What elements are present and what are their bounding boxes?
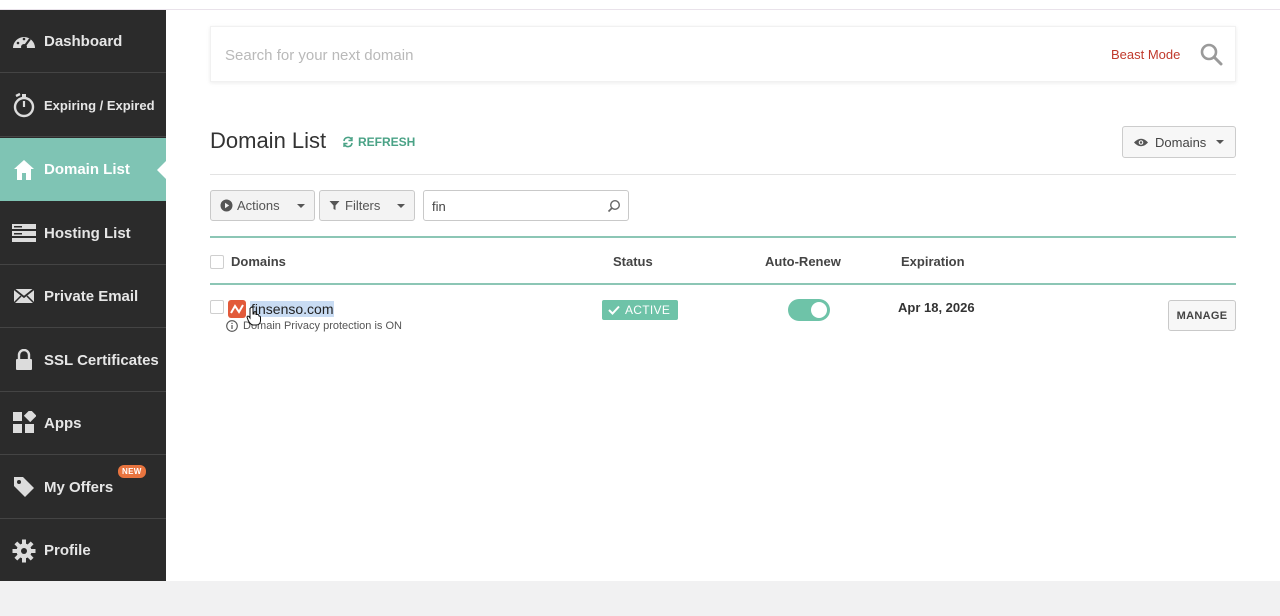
sidebar-item-label: Dashboard bbox=[44, 32, 123, 50]
sidebar-item-label: Hosting List bbox=[44, 224, 131, 242]
sidebar-item-dashboard[interactable]: Dashboard bbox=[0, 10, 166, 73]
table-row: finsenso.com Domain Privacy protection i… bbox=[210, 286, 1236, 346]
status-label: ACTIVE bbox=[625, 303, 671, 317]
sidebar-item-label: Profile bbox=[44, 542, 91, 559]
status-badge: ACTIVE bbox=[602, 300, 679, 320]
row-checkbox[interactable] bbox=[210, 300, 224, 314]
main-content: Beast Mode Domain List REFRESH Domains A… bbox=[166, 10, 1280, 581]
table-header-border bbox=[210, 283, 1236, 285]
sidebar-item-label: SSL Certificates bbox=[44, 351, 159, 369]
sidebar-item-apps[interactable]: Apps bbox=[0, 392, 166, 455]
domain-filter-input[interactable] bbox=[432, 196, 602, 216]
filters-dropdown[interactable]: Filters bbox=[319, 190, 415, 221]
domain-name-link[interactable]: finsenso.com bbox=[250, 301, 335, 317]
sidebar-item-label: Apps bbox=[44, 414, 82, 432]
checkmark-icon bbox=[608, 305, 620, 315]
view-selector-button[interactable]: Domains bbox=[1122, 126, 1236, 158]
chevron-down-icon bbox=[297, 204, 305, 208]
refresh-icon bbox=[343, 136, 353, 148]
filters-label: Filters bbox=[345, 198, 381, 213]
hand-cursor-icon bbox=[246, 306, 261, 326]
column-header-auto-renew[interactable]: Auto-Renew bbox=[765, 254, 841, 269]
column-header-status[interactable]: Status bbox=[613, 254, 653, 269]
chevron-down-icon bbox=[397, 204, 405, 208]
table-header: Domains Status Auto-Renew Expiration bbox=[210, 238, 1236, 284]
lock-icon bbox=[10, 347, 38, 373]
column-header-expiration[interactable]: Expiration bbox=[901, 254, 965, 269]
sidebar-item-label: My Offers bbox=[44, 478, 114, 496]
tag-icon bbox=[10, 474, 38, 500]
refresh-button[interactable]: REFRESH bbox=[342, 135, 415, 149]
select-all-checkbox[interactable] bbox=[210, 255, 224, 269]
funnel-icon bbox=[329, 201, 340, 210]
actions-dropdown[interactable]: Actions bbox=[210, 190, 315, 221]
domain-filter-field bbox=[423, 190, 629, 221]
actions-label: Actions bbox=[237, 198, 280, 213]
expiration-date: Apr 18, 2026 bbox=[898, 300, 975, 315]
info-icon bbox=[226, 320, 238, 332]
beast-mode-link[interactable]: Beast Mode bbox=[1111, 47, 1180, 62]
top-strip bbox=[0, 0, 1280, 10]
gear-icon bbox=[10, 538, 38, 564]
sidebar-item-my-offers[interactable]: My Offers NEW bbox=[0, 456, 166, 519]
envelope-icon bbox=[10, 283, 38, 309]
apps-grid-icon bbox=[10, 410, 38, 436]
play-circle-icon bbox=[220, 199, 233, 212]
stopwatch-icon bbox=[10, 92, 38, 118]
header-divider bbox=[210, 174, 1236, 175]
sidebar-item-hosting-list[interactable]: Hosting List bbox=[0, 202, 166, 265]
sidebar-item-label: Domain List bbox=[44, 161, 130, 178]
refresh-label: REFRESH bbox=[358, 135, 416, 149]
eye-icon bbox=[1134, 138, 1148, 146]
gauge-icon bbox=[10, 28, 38, 54]
sidebar: Dashboard Expiring / Expired Domain List… bbox=[0, 10, 167, 582]
domain-search-input[interactable] bbox=[225, 39, 1085, 71]
auto-renew-toggle[interactable] bbox=[788, 299, 830, 321]
privacy-note-text: Domain Privacy protection is ON bbox=[243, 320, 402, 332]
chevron-down-icon bbox=[1216, 140, 1225, 144]
search-icon[interactable] bbox=[1199, 42, 1223, 66]
sidebar-item-profile[interactable]: Profile bbox=[0, 519, 166, 582]
column-header-domains[interactable]: Domains bbox=[231, 254, 286, 269]
server-icon bbox=[10, 220, 38, 246]
search-icon[interactable] bbox=[607, 199, 621, 213]
domain-search-bar: Beast Mode bbox=[210, 26, 1236, 82]
manage-button[interactable]: MANAGE bbox=[1168, 300, 1236, 331]
sidebar-item-label: Private Email bbox=[44, 287, 139, 305]
page-title: Domain List bbox=[210, 128, 327, 153]
site-favicon-icon bbox=[228, 300, 246, 318]
sidebar-item-expiring[interactable]: Expiring / Expired bbox=[0, 74, 166, 137]
sidebar-item-domain-list[interactable]: Domain List bbox=[0, 138, 167, 201]
sidebar-item-private-email[interactable]: Private Email bbox=[0, 265, 166, 328]
home-icon bbox=[10, 157, 38, 183]
sidebar-item-label: Expiring / Expired bbox=[44, 97, 155, 113]
new-badge: NEW bbox=[118, 465, 146, 478]
view-selector-label: Domains bbox=[1155, 134, 1207, 150]
sidebar-item-ssl-certificates[interactable]: SSL Certificates bbox=[0, 329, 166, 392]
